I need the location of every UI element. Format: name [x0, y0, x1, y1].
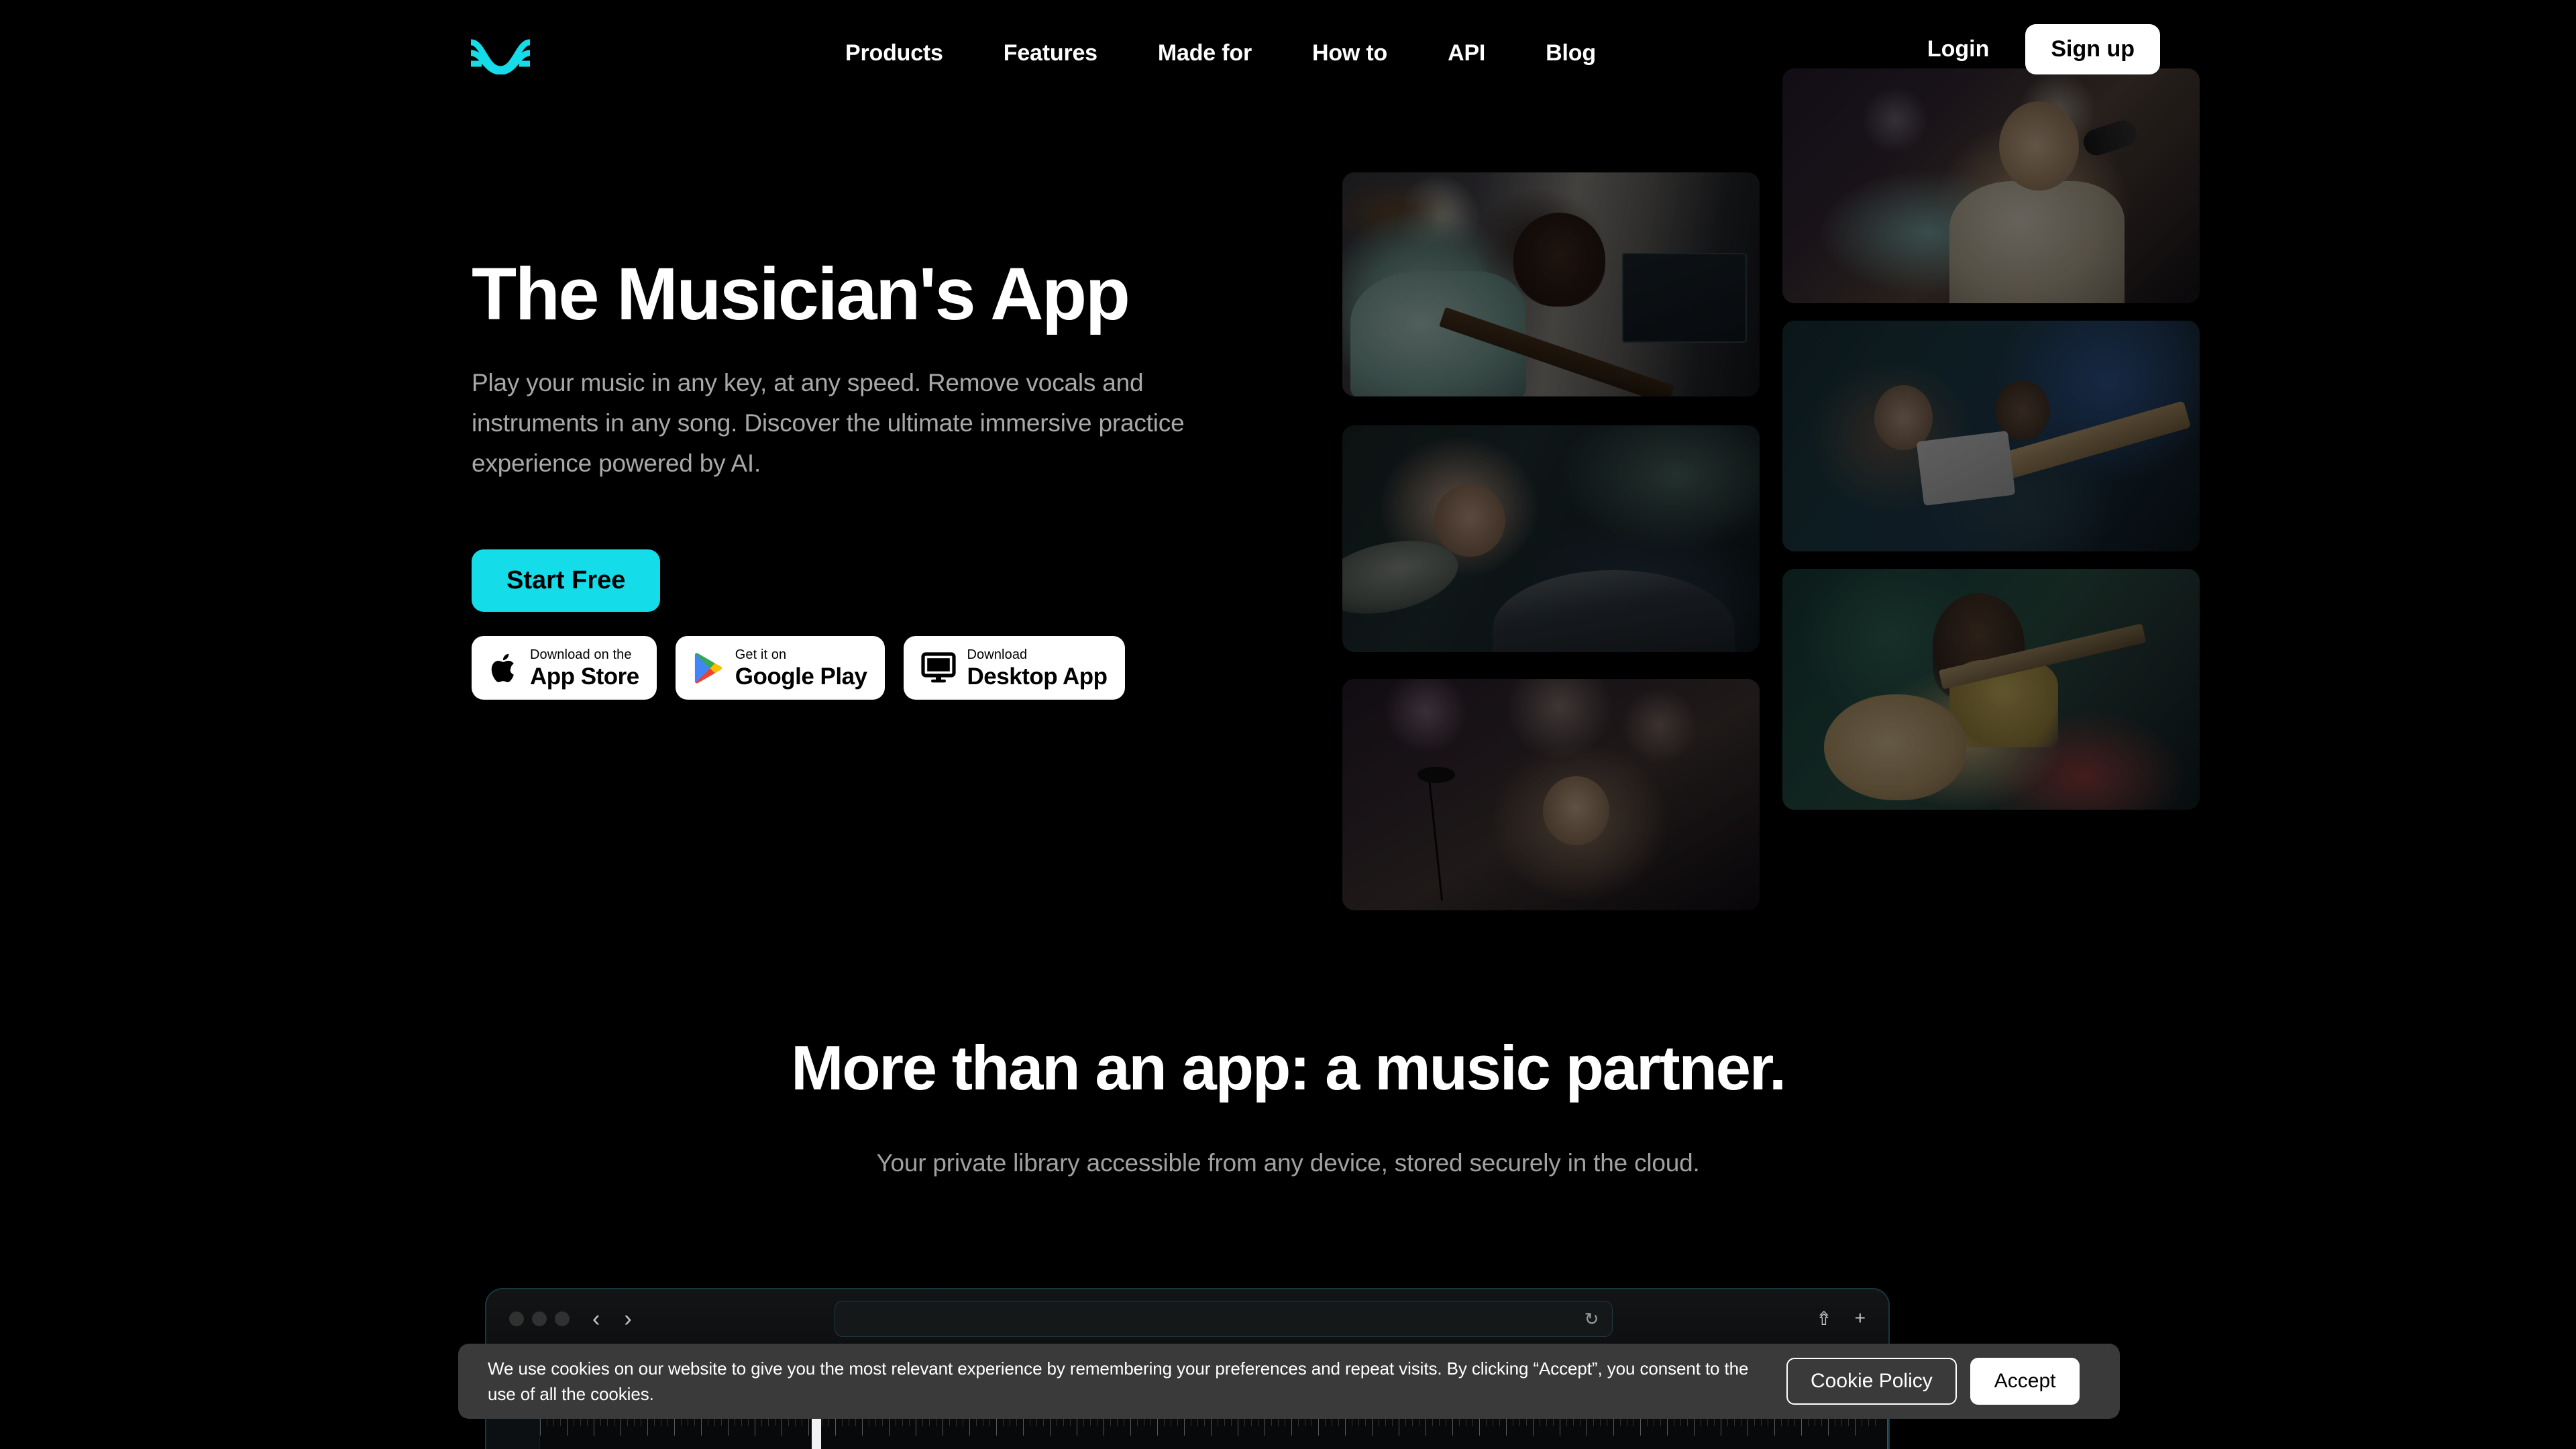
timeline-ticks	[540, 1415, 1888, 1449]
hero-subtitle: Play your music in any key, at any speed…	[472, 368, 1185, 477]
nav-link-list: Products Features Made for How to API Bl…	[845, 40, 1596, 66]
timeline-playhead[interactable]	[812, 1417, 821, 1449]
reload-icon[interactable]: ↻	[1585, 1310, 1599, 1328]
gallery-tile-bassist-mic[interactable]	[1342, 679, 1760, 910]
section-subtitle: Your private library accessible from any…	[876, 1149, 1700, 1177]
apple-icon	[489, 651, 519, 686]
nav-link-how-to[interactable]: How to	[1312, 40, 1387, 66]
desktop-app-badge[interactable]: Download Desktop App	[903, 636, 1125, 700]
cookie-consent-banner: We use cookies on our website to give yo…	[458, 1344, 2120, 1419]
accept-cookies-button[interactable]: Accept	[1970, 1358, 2080, 1405]
nav-link-blog[interactable]: Blog	[1546, 40, 1596, 66]
browser-chrome: ‹ › ↻ ⇮ +	[486, 1289, 1888, 1348]
chevron-left-icon[interactable]: ‹	[592, 1307, 600, 1330]
share-icon[interactable]: ⇮	[1816, 1307, 1831, 1330]
music-partner-section: More than an app: a music partner. Your …	[0, 1033, 2576, 1177]
cookie-policy-button[interactable]: Cookie Policy	[1786, 1358, 1957, 1405]
close-window-dot[interactable]	[509, 1311, 524, 1326]
google-play-badge[interactable]: Get it on Google Play	[675, 636, 885, 700]
main-navigation: Products Features Made for How to API Bl…	[0, 0, 2576, 107]
traffic-lights	[509, 1311, 570, 1326]
hero-section: The Musician's App Play your music in an…	[472, 253, 1263, 612]
nav-link-features[interactable]: Features	[1004, 40, 1097, 66]
browser-url-bar[interactable]: ↻	[835, 1300, 1613, 1337]
gallery-tile-bass-player[interactable]	[1342, 172, 1760, 396]
nav-link-api[interactable]: API	[1448, 40, 1485, 66]
google-play-badge-small-label: Get it on	[735, 647, 787, 662]
duo-with-tablet-and-guitar-image	[1782, 321, 2200, 551]
browser-chrome-actions: ⇮ +	[1816, 1307, 1866, 1330]
gallery-tile-duo-tablet[interactable]	[1782, 321, 2200, 551]
download-badges: Download on the App Store Get it on Goog…	[472, 636, 1125, 700]
app-store-badge-small-label: Download on the	[530, 647, 632, 662]
hero-title: The Musician's App	[472, 253, 1130, 335]
desktop-app-badge-small-label: Download	[967, 647, 1028, 662]
bassist-at-microphone-image	[1342, 679, 1760, 910]
wave-logo-icon	[470, 39, 531, 74]
signup-button[interactable]: Sign up	[2025, 24, 2160, 74]
google-play-badge-label: Google Play	[735, 663, 867, 690]
google-play-icon	[693, 651, 724, 685]
cookie-banner-actions: Cookie Policy Accept	[1786, 1358, 2080, 1405]
maximize-window-dot[interactable]	[555, 1311, 570, 1326]
gallery-tile-drummer[interactable]	[1342, 425, 1760, 652]
cookie-banner-text: We use cookies on our website to give yo…	[488, 1358, 1749, 1404]
bass-player-home-studio-image	[1342, 172, 1760, 396]
chevron-right-icon[interactable]: ›	[624, 1307, 631, 1330]
app-store-badge-label: App Store	[530, 663, 639, 690]
nav-actions: Login Sign up	[1911, 24, 2160, 74]
start-free-button[interactable]: Start Free	[472, 549, 661, 612]
app-store-badge[interactable]: Download on the App Store	[472, 636, 657, 700]
drummer-smiling-image	[1342, 425, 1760, 652]
minimize-window-dot[interactable]	[532, 1311, 547, 1326]
hero-image-gallery	[0, 0, 2576, 939]
gallery-tile-acoustic-guitar[interactable]	[1782, 569, 2200, 810]
desktop-app-badge-label: Desktop App	[967, 663, 1108, 690]
nav-link-made-for[interactable]: Made for	[1158, 40, 1252, 66]
plus-icon[interactable]: +	[1855, 1307, 1866, 1330]
brand-logo[interactable]	[468, 32, 533, 75]
woman-with-acoustic-guitar-image	[1782, 569, 2200, 810]
section-title: More than an app: a music partner.	[791, 1032, 1786, 1103]
nav-link-products[interactable]: Products	[845, 40, 943, 66]
browser-nav-arrows: ‹ ›	[592, 1307, 632, 1330]
login-link[interactable]: Login	[1911, 27, 2006, 72]
desktop-monitor-icon	[920, 651, 956, 684]
